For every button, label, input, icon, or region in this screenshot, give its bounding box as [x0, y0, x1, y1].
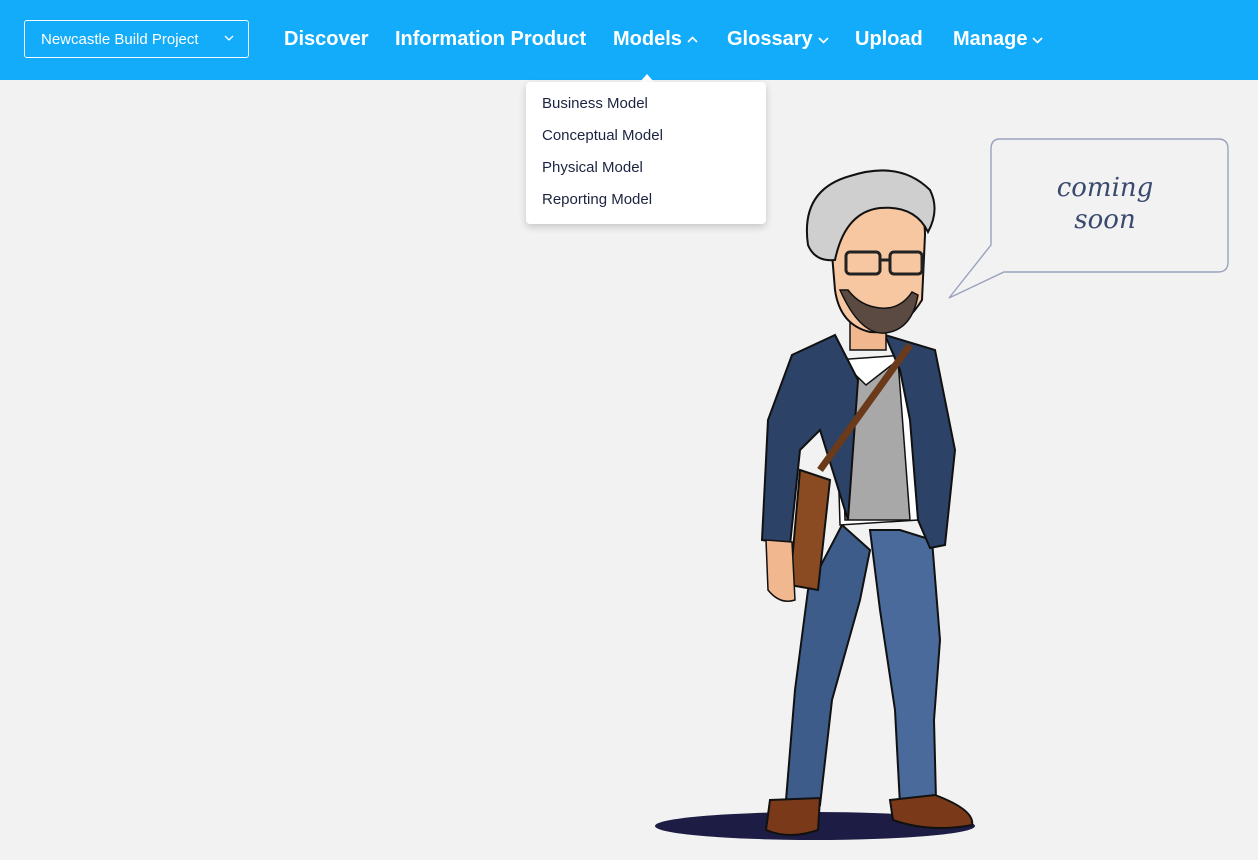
right-shoe	[888, 793, 974, 830]
hand	[765, 539, 796, 602]
coming-soon-line1: coming	[1056, 173, 1154, 203]
right-leg	[868, 529, 942, 807]
menu-item-physical-model[interactable]: Physical Model	[542, 158, 643, 178]
menu-item-reporting-model[interactable]: Reporting Model	[542, 190, 652, 210]
coming-soon-text: coming soon	[1030, 172, 1180, 236]
left-shoe	[764, 796, 822, 836]
menu-item-business-model[interactable]: Business Model	[542, 94, 648, 114]
coming-soon-line2: soon	[1074, 205, 1136, 235]
dropdown-arrow	[640, 74, 654, 82]
menu-item-conceptual-model[interactable]: Conceptual Model	[542, 126, 663, 146]
models-dropdown-menu: Business Model Conceptual Model Physical…	[526, 82, 766, 224]
